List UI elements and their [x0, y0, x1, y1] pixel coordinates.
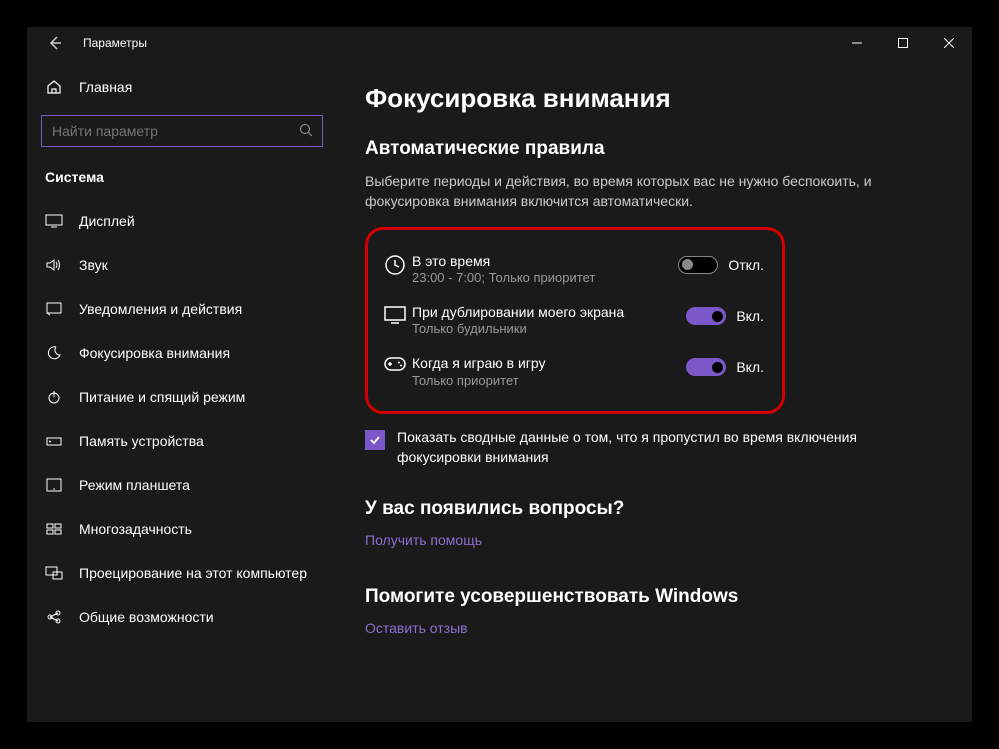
toggle-time[interactable] [678, 256, 718, 274]
search-input[interactable] [41, 115, 323, 147]
nav-label: Звук [79, 257, 108, 273]
toggle-state: Вкл. [736, 359, 764, 375]
toggle-state: Откл. [728, 257, 764, 273]
nav-shared[interactable]: Общие возможности [27, 595, 337, 639]
home-icon [45, 79, 63, 95]
rule-title: При дублировании моего экрана [412, 303, 686, 321]
close-button[interactable] [926, 27, 972, 59]
nav-label: Питание и спящий режим [79, 389, 245, 405]
home-nav[interactable]: Главная [27, 67, 337, 107]
nav-display[interactable]: Дисплей [27, 199, 337, 243]
rule-display-dup[interactable]: При дублировании моего экрана Только буд… [378, 295, 764, 346]
window-title: Параметры [83, 36, 147, 50]
rule-subtitle: Только приоритет [412, 373, 686, 390]
rule-subtitle: Только будильники [412, 321, 686, 338]
help-link[interactable]: Получить помощь [365, 532, 942, 548]
tablet-icon [45, 478, 63, 492]
home-label: Главная [79, 79, 132, 95]
nav-label: Многозадачность [79, 521, 192, 537]
nav-storage[interactable]: Память устройства [27, 419, 337, 463]
nav-notifications[interactable]: Уведомления и действия [27, 287, 337, 331]
nav-label: Уведомления и действия [79, 301, 242, 317]
check-icon [369, 434, 381, 446]
search-icon [299, 123, 313, 137]
window-controls [834, 27, 972, 59]
shared-icon [45, 610, 63, 624]
multitask-icon [45, 523, 63, 535]
toggle-display-dup[interactable] [686, 307, 726, 325]
rule-title: В это время [412, 252, 678, 270]
rule-subtitle: 23:00 - 7:00; Только приоритет [412, 270, 678, 287]
nav-label: Память устройства [79, 433, 204, 449]
nav-label: Общие возможности [79, 609, 214, 625]
nav-projecting[interactable]: Проецирование на этот компьютер [27, 551, 337, 595]
maximize-button[interactable] [880, 27, 926, 59]
rule-time[interactable]: В это время 23:00 - 7:00; Только приорит… [378, 244, 764, 295]
rules-heading: Автоматические правила [365, 138, 942, 160]
minimize-icon [852, 38, 862, 48]
page-title: Фокусировка внимания [365, 83, 942, 114]
clock-icon [378, 252, 412, 276]
titlebar: Параметры [27, 27, 972, 59]
nav-power[interactable]: Питание и спящий режим [27, 375, 337, 419]
rules-highlight-box: В это время 23:00 - 7:00; Только приорит… [365, 227, 785, 414]
nav-multitask[interactable]: Многозадачность [27, 507, 337, 551]
summary-checkbox-row[interactable]: Показать сводные данные о том, что я про… [365, 428, 925, 467]
questions-heading: У вас появились вопросы? [365, 498, 942, 520]
section-label: Система [27, 161, 337, 199]
toggle-state: Вкл. [736, 308, 764, 324]
moon-icon [45, 346, 63, 360]
sidebar: Главная Система Дисплей Звук Уведомления… [27, 59, 337, 722]
rule-title: Когда я играю в игру [412, 354, 686, 372]
power-icon [45, 390, 63, 404]
nav-label: Режим планшета [79, 477, 190, 493]
monitor-icon [378, 303, 412, 325]
checkbox-label: Показать сводные данные о том, что я про… [397, 428, 925, 467]
checkbox-checked[interactable] [365, 430, 385, 450]
rule-gaming[interactable]: Когда я играю в игру Только приоритет Вк… [378, 346, 764, 397]
project-icon [45, 566, 63, 580]
nav-label: Дисплей [79, 213, 135, 229]
sound-icon [45, 258, 63, 272]
notifications-icon [45, 302, 63, 316]
minimize-button[interactable] [834, 27, 880, 59]
maximize-icon [898, 38, 908, 48]
arrow-left-icon [47, 35, 63, 51]
nav-focus[interactable]: Фокусировка внимания [27, 331, 337, 375]
back-button[interactable] [45, 33, 65, 53]
gamepad-icon [378, 354, 412, 372]
storage-icon [45, 435, 63, 447]
improve-heading: Помогите усовершенствовать Windows [365, 586, 942, 608]
display-icon [45, 214, 63, 228]
nav-sound[interactable]: Звук [27, 243, 337, 287]
settings-window: Параметры Главная Система Дисплей Звук У… [27, 27, 972, 722]
close-icon [944, 38, 954, 48]
feedback-link[interactable]: Оставить отзыв [365, 620, 942, 636]
nav-tablet[interactable]: Режим планшета [27, 463, 337, 507]
toggle-gaming[interactable] [686, 358, 726, 376]
rules-description: Выберите периоды и действия, во время ко… [365, 172, 925, 211]
main-content: Фокусировка внимания Автоматические прав… [337, 59, 972, 722]
nav-label: Фокусировка внимания [79, 345, 230, 361]
nav-label: Проецирование на этот компьютер [79, 565, 307, 581]
